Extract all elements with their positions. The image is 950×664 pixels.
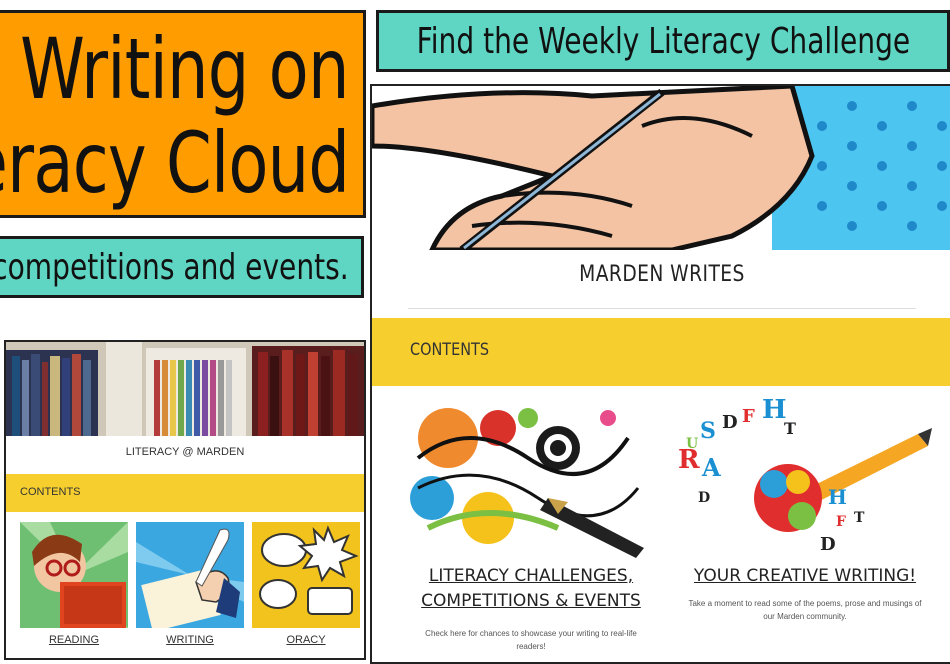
headline-line-2: eracy Cloud [0, 114, 350, 212]
creative-writing-card-image[interactable]: S D F H T R A U D H F T D [678, 398, 932, 558]
subheadline-text: any competitions and events. [0, 247, 349, 288]
svg-text:S: S [700, 418, 716, 444]
weekly-challenge-banner: Find the Weekly Literacy Challenge [376, 10, 950, 72]
speech-bubbles-icon [252, 522, 360, 628]
creative-writing-title[interactable]: YOUR CREATIVE WRITING! [678, 564, 932, 589]
svg-text:U: U [686, 436, 698, 452]
contents-bar: CONTENTS [6, 474, 364, 512]
contents-label: CONTENTS [410, 340, 490, 360]
bookshelf-header-image [6, 342, 364, 436]
challenges-link[interactable]: LITERACY CHALLENGES, COMPETITIONS & EVEN… [408, 564, 654, 613]
oracy-link[interactable]: ORACY [252, 634, 360, 646]
literacy-site-screenshot: LITERACY @ MARDEN CONTENTS READING WRITI… [4, 340, 366, 660]
svg-text:F: F [836, 514, 846, 530]
headline-banner: e Writing on eracy Cloud [0, 10, 366, 218]
site-title: LITERACY @ MARDEN [125, 446, 245, 458]
woman-reading-book-icon [20, 522, 128, 628]
writing-tile[interactable] [136, 522, 244, 628]
challenges-title-line-1[interactable]: LITERACY CHALLENGES, [408, 564, 654, 589]
weekly-challenge-text: Find the Weekly Literacy Challenge [416, 20, 910, 62]
reading-tile[interactable] [20, 522, 128, 628]
challenges-description: Check here for chances to showcase your … [425, 629, 637, 651]
challenges-title-line-2[interactable]: COMPETITIONS & EVENTS [408, 589, 654, 614]
subheadline-banner: any competitions and events. [0, 236, 364, 298]
svg-text:D: D [722, 412, 738, 433]
challenges-card-image[interactable] [408, 398, 654, 558]
svg-text:D: D [820, 534, 836, 555]
svg-text:H: H [762, 398, 787, 425]
svg-text:T: T [854, 510, 865, 526]
svg-text:D: D [698, 490, 710, 506]
hand-writing-quill-icon [136, 522, 244, 628]
bookshelf-icon [6, 342, 364, 436]
site-title: MARDEN WRITES [579, 262, 745, 287]
fist-with-pencil-letters-icon: S D F H T R A U D H F T D [678, 398, 932, 558]
hand-holding-pen-icon [372, 86, 950, 250]
creative-writing-description: Take a moment to read some of the poems,… [688, 599, 922, 621]
oracy-tile[interactable] [252, 522, 360, 628]
contents-bar: CONTENTS [372, 318, 950, 386]
svg-text:A: A [701, 453, 721, 482]
svg-text:F: F [742, 406, 755, 427]
svg-text:H: H [828, 485, 847, 509]
reading-link[interactable]: READING [20, 634, 128, 646]
fountain-pen-swirl-art-icon [408, 398, 654, 558]
creative-writing-link[interactable]: YOUR CREATIVE WRITING! [678, 564, 932, 589]
contents-label: CONTENTS [20, 486, 81, 498]
headline-line-1: e Writing on [0, 20, 350, 118]
hero-image [372, 86, 950, 250]
svg-text:T: T [784, 419, 796, 438]
marden-writes-site-screenshot: MARDEN WRITES CONTENTS LITERACY CHALLENG… [370, 84, 950, 664]
writing-link[interactable]: WRITING [136, 634, 244, 646]
title-divider [408, 308, 916, 309]
